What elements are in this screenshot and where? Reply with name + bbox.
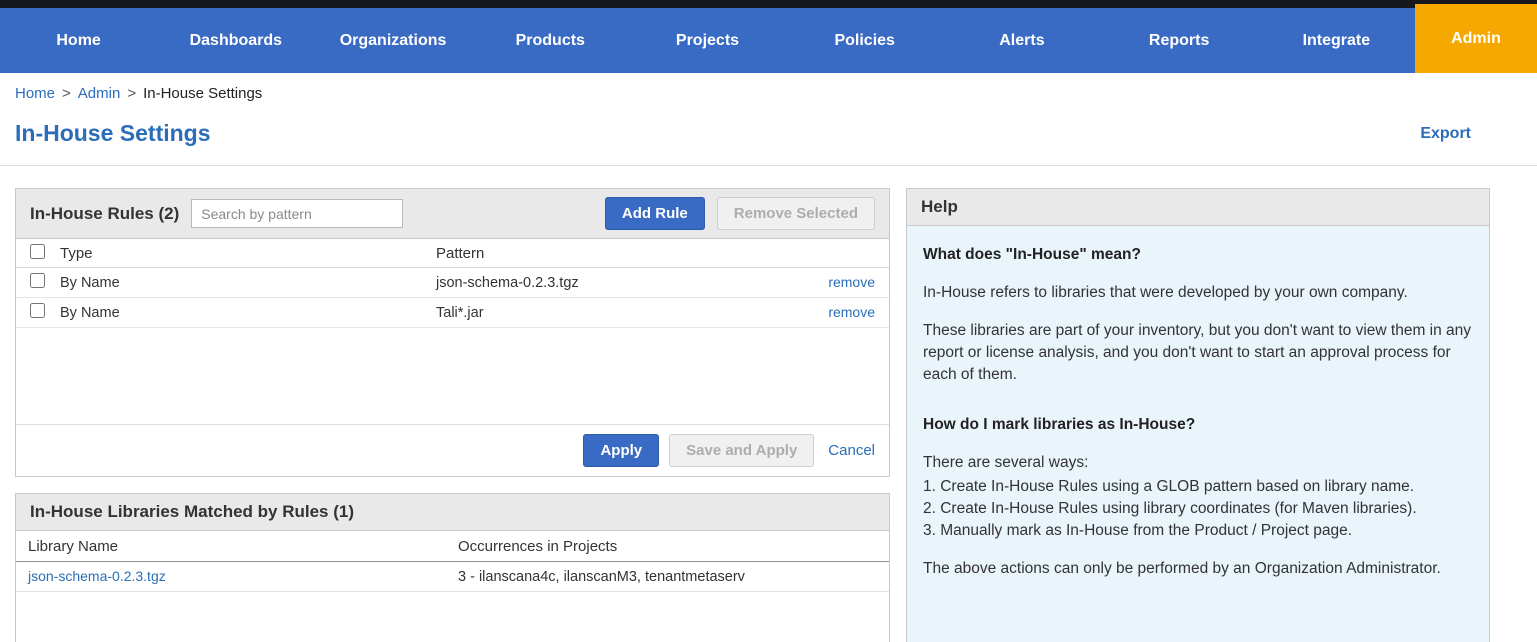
help-content: What does "In-House" mean? In-House refe… xyxy=(907,226,1489,642)
rules-table: Type Pattern By Name json-schema-0.2.3.t… xyxy=(16,239,889,424)
main-nav: Home Dashboards Organizations Products P… xyxy=(0,8,1537,73)
help-panel-title: Help xyxy=(921,197,958,217)
rules-table-header-row: Type Pattern xyxy=(16,239,889,268)
breadcrumb: Home > Admin > In-House Settings xyxy=(0,73,1537,110)
help-paragraph: These libraries are part of your invento… xyxy=(923,320,1473,386)
rules-table-empty-space xyxy=(16,328,889,424)
nav-item-projects[interactable]: Projects xyxy=(629,8,786,73)
nav-item-alerts[interactable]: Alerts xyxy=(943,8,1100,73)
save-and-apply-button[interactable]: Save and Apply xyxy=(669,434,814,467)
library-name-link[interactable]: json-schema-0.2.3.tgz xyxy=(28,568,166,584)
left-column: In-House Rules (2) Add Rule Remove Selec… xyxy=(15,188,890,642)
rules-panel-title: In-House Rules (2) xyxy=(30,204,179,224)
right-column: Help What does "In-House" mean? In-House… xyxy=(906,188,1490,642)
breadcrumb-separator: > xyxy=(62,85,71,102)
column-header-library-name: Library Name xyxy=(28,538,458,555)
help-question-2: How do I mark libraries as In-House? xyxy=(923,414,1473,436)
table-row: By Name json-schema-0.2.3.tgz remove xyxy=(16,268,889,298)
nav-item-products[interactable]: Products xyxy=(472,8,629,73)
top-strip xyxy=(0,0,1537,8)
cancel-link[interactable]: Cancel xyxy=(828,442,875,459)
help-paragraph: There are several ways: xyxy=(923,452,1473,474)
remove-rule-link[interactable]: remove xyxy=(828,304,875,320)
nav-item-policies[interactable]: Policies xyxy=(786,8,943,73)
export-link[interactable]: Export xyxy=(1420,125,1471,143)
nav-item-home[interactable]: Home xyxy=(0,8,157,73)
rule-type: By Name xyxy=(60,275,436,291)
page-title: In-House Settings xyxy=(15,120,211,147)
checkbox-cell xyxy=(30,273,60,292)
matched-panel-title: In-House Libraries Matched by Rules (1) xyxy=(30,502,354,522)
table-row: json-schema-0.2.3.tgz 3 - ilanscana4c, i… xyxy=(16,562,889,592)
breadcrumb-separator: > xyxy=(127,85,136,102)
action-cell: remove xyxy=(805,304,875,321)
action-cell: remove xyxy=(805,274,875,291)
search-pattern-input[interactable] xyxy=(191,199,403,228)
help-question-1: What does "In-House" mean? xyxy=(923,244,1473,266)
column-header-type: Type xyxy=(60,245,436,262)
matched-table-empty-space xyxy=(16,592,889,642)
add-rule-button[interactable]: Add Rule xyxy=(605,197,705,230)
rule-pattern: json-schema-0.2.3.tgz xyxy=(436,275,805,291)
help-step: 3. Manually mark as In-House from the Pr… xyxy=(923,520,1473,542)
nav-item-dashboards[interactable]: Dashboards xyxy=(157,8,314,73)
help-step: 2. Create In-House Rules using library c… xyxy=(923,498,1473,520)
page-header: In-House Settings Export xyxy=(0,110,1537,166)
row-checkbox[interactable] xyxy=(30,273,45,288)
breadcrumb-home-link[interactable]: Home xyxy=(15,85,55,102)
help-paragraph: In-House refers to libraries that were d… xyxy=(923,282,1473,304)
row-checkbox[interactable] xyxy=(30,303,45,318)
matched-table: Library Name Occurrences in Projects jso… xyxy=(16,531,889,642)
help-panel: Help What does "In-House" mean? In-House… xyxy=(906,188,1490,642)
rules-panel-header: In-House Rules (2) Add Rule Remove Selec… xyxy=(16,189,889,239)
checkbox-cell xyxy=(30,303,60,322)
matched-panel-header: In-House Libraries Matched by Rules (1) xyxy=(16,494,889,531)
help-paragraph: The above actions can only be performed … xyxy=(923,558,1473,580)
inhouse-rules-panel: In-House Rules (2) Add Rule Remove Selec… xyxy=(15,188,890,477)
help-step: 1. Create In-House Rules using a GLOB pa… xyxy=(923,476,1473,498)
rule-pattern: Tali*.jar xyxy=(436,305,805,321)
breadcrumb-admin-link[interactable]: Admin xyxy=(78,85,121,102)
library-name-cell: json-schema-0.2.3.tgz xyxy=(28,568,458,585)
column-header-pattern: Pattern xyxy=(436,245,805,262)
main-content: In-House Rules (2) Add Rule Remove Selec… xyxy=(0,166,1537,642)
help-panel-header: Help xyxy=(907,189,1489,226)
nav-item-integrate[interactable]: Integrate xyxy=(1258,8,1415,73)
table-row: By Name Tali*.jar remove xyxy=(16,298,889,328)
remove-rule-link[interactable]: remove xyxy=(828,274,875,290)
column-header-occurrences: Occurrences in Projects xyxy=(458,538,877,555)
select-all-checkbox[interactable] xyxy=(30,244,45,259)
remove-selected-button[interactable]: Remove Selected xyxy=(717,197,875,230)
checkbox-cell xyxy=(30,244,60,263)
apply-button[interactable]: Apply xyxy=(583,434,659,467)
rule-type: By Name xyxy=(60,305,436,321)
matched-libraries-panel: In-House Libraries Matched by Rules (1) … xyxy=(15,493,890,642)
nav-item-admin[interactable]: Admin xyxy=(1415,4,1537,73)
occurrences-cell: 3 - ilanscana4c, ilanscanM3, tenantmetas… xyxy=(458,569,877,585)
breadcrumb-current: In-House Settings xyxy=(143,85,262,102)
nav-item-organizations[interactable]: Organizations xyxy=(314,8,471,73)
rules-panel-footer: Apply Save and Apply Cancel xyxy=(16,424,889,476)
matched-table-header-row: Library Name Occurrences in Projects xyxy=(16,531,889,562)
nav-item-reports[interactable]: Reports xyxy=(1101,8,1258,73)
